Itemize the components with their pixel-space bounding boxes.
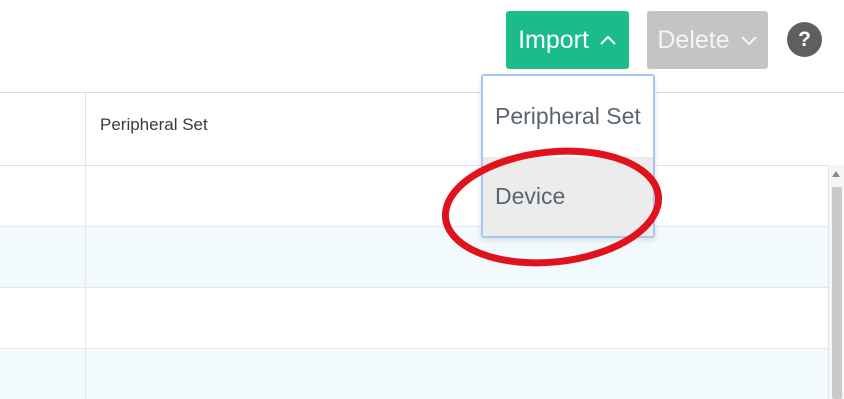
help-icon[interactable]: ? <box>787 22 822 57</box>
menu-item-label: Peripheral Set <box>495 103 641 129</box>
column-divider <box>85 93 86 165</box>
column-divider <box>85 288 86 348</box>
table-row[interactable] <box>0 166 828 227</box>
table-scrollbar[interactable] <box>828 165 844 399</box>
table-row[interactable] <box>0 349 828 399</box>
import-dropdown-menu: Peripheral Set Device <box>481 74 655 238</box>
chevron-up-icon <box>599 34 617 46</box>
table-header: Peripheral Set <box>0 93 844 166</box>
column-divider <box>85 166 86 226</box>
table-row[interactable] <box>0 227 828 288</box>
device-table: Peripheral Set <box>0 92 844 399</box>
import-button[interactable]: Import <box>506 11 629 69</box>
menu-item-peripheral-set[interactable]: Peripheral Set <box>483 76 653 157</box>
table-body <box>0 166 828 399</box>
scrollbar-thumb[interactable] <box>832 187 842 399</box>
screen: Import Delete ? Peripheral Set Periphera… <box>0 0 844 399</box>
column-divider <box>85 227 86 287</box>
table-row[interactable] <box>0 288 828 349</box>
scroll-up-arrow-icon[interactable] <box>832 171 840 177</box>
menu-item-device[interactable]: Device <box>483 157 653 236</box>
help-icon-glyph: ? <box>798 27 811 51</box>
import-button-label: Import <box>518 25 589 54</box>
delete-button-label: Delete <box>657 25 730 54</box>
chevron-down-icon <box>740 34 758 46</box>
delete-button[interactable]: Delete <box>647 11 768 69</box>
column-divider <box>85 349 86 399</box>
menu-item-label: Device <box>495 183 566 209</box>
column-header-peripheral-set[interactable]: Peripheral Set <box>100 115 208 135</box>
